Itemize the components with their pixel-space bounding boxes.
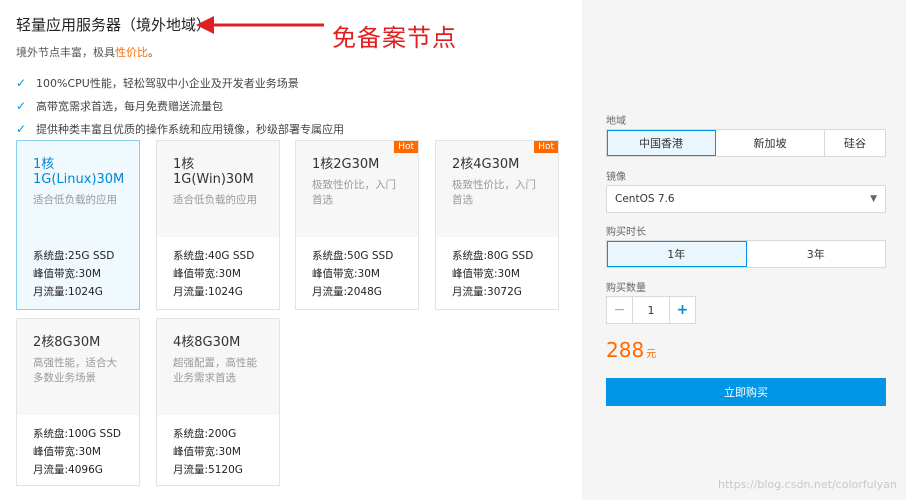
- annotation-text: 免备案节点: [332, 24, 457, 52]
- feature-item: ✓ 100%CPU性能，轻松驾驭中小企业及开发者业务场景: [16, 75, 299, 90]
- region-option-singapore[interactable]: 新加坡: [716, 130, 825, 156]
- plan-desc: 极致性价比，入门首选: [452, 179, 536, 206]
- duration-option-1y[interactable]: 1年: [607, 241, 747, 267]
- plan-name: 1核2G30M: [312, 157, 380, 172]
- image-select-value: CentOS 7.6: [615, 193, 675, 205]
- price-amount: 288: [606, 338, 645, 362]
- feature-item: ✓ 高带宽需求首选，每月免费赠送流量包: [16, 98, 223, 113]
- plan-traffic: 月流量:4096G: [33, 464, 103, 476]
- hot-badge: Hot: [394, 141, 418, 153]
- plan-card-1c1g-win[interactable]: 1核1G(Win)30M 适合低负载的应用 系统盘:40G SSD 峰值带宽:30M…: [156, 140, 280, 310]
- plan-disk: 系统盘:80G SSD: [452, 250, 534, 262]
- plan-card-4c8g[interactable]: 4核8G30M 超强配置，高性能业务需求首选 系统盘:200G 峰值带宽:30M 月流…: [156, 318, 280, 486]
- plan-bandwidth: 峰值带宽:30M: [173, 446, 241, 458]
- region-option-hongkong[interactable]: 中国香港: [607, 130, 716, 156]
- check-icon: ✓: [16, 75, 27, 90]
- plan-desc: 高强性能，适合大多数业务场景: [33, 357, 117, 384]
- buy-now-button[interactable]: 立即购买: [606, 378, 886, 406]
- subtitle-highlight: 性价比: [115, 46, 148, 59]
- page-subtitle: 境外节点丰富，极具性价比。: [16, 46, 159, 59]
- plan-card-2c8g[interactable]: 2核8G30M 高强性能，适合大多数业务场景 系统盘:100G SSD 峰值带宽:3…: [16, 318, 140, 486]
- plan-disk: 系统盘:50G SSD: [312, 250, 394, 262]
- plan-bandwidth: 峰值带宽:30M: [452, 268, 520, 280]
- plan-bandwidth: 峰值带宽:30M: [33, 268, 101, 280]
- page-title: 轻量应用服务器（境外地域）: [16, 16, 212, 34]
- plan-disk: 系统盘:40G SSD: [173, 250, 255, 262]
- region-label: 地域: [606, 116, 626, 127]
- check-icon: ✓: [16, 98, 27, 113]
- plan-bandwidth: 峰值带宽:30M: [33, 446, 101, 458]
- plan-name: 2核8G30M: [33, 335, 101, 350]
- plan-disk: 系统盘:25G SSD: [33, 250, 115, 262]
- minus-button[interactable]: −: [607, 297, 633, 323]
- duration-option-3y[interactable]: 3年: [747, 241, 886, 267]
- region-option-siliconvalley[interactable]: 硅谷: [825, 130, 885, 156]
- duration-label: 购买时长: [606, 227, 646, 238]
- plan-card-2c4g[interactable]: Hot 2核4G30M 极致性价比，入门首选 系统盘:80G SSD 峰值带宽:30…: [435, 140, 559, 310]
- plan-name: 4核8G30M: [173, 335, 241, 350]
- region-selector: 中国香港 新加坡 硅谷: [606, 129, 886, 157]
- plan-traffic: 月流量:5120G: [173, 464, 243, 476]
- plan-desc: 极致性价比，入门首选: [312, 179, 396, 206]
- plan-name: 2核4G30M: [452, 157, 520, 172]
- plan-card-1c1g-linux[interactable]: 1核1G(Linux)30M 适合低负载的应用 系统盘:25G SSD 峰值带宽:3…: [16, 140, 140, 310]
- duration-selector: 1年 3年: [606, 240, 886, 268]
- plan-desc: 适合低负载的应用: [173, 194, 257, 206]
- price-display: 288 元: [606, 338, 656, 362]
- feature-list: ✓ 100%CPU性能，轻松驾驭中小企业及开发者业务场景 ✓ 高带宽需求首选，每月免…: [16, 71, 344, 140]
- price-unit: 元: [646, 349, 657, 360]
- plan-traffic: 月流量:3072G: [452, 286, 522, 298]
- plan-traffic: 月流量:1024G: [33, 286, 103, 298]
- plan-disk: 系统盘:200G: [173, 428, 237, 440]
- watermark: https://blog.csdn.net/colorfulyan: [718, 478, 897, 491]
- image-select[interactable]: CentOS 7.6 ▼: [606, 185, 886, 213]
- plan-name: 1核1G(Win)30M: [173, 157, 254, 187]
- quantity-value[interactable]: 1: [633, 297, 669, 323]
- plan-traffic: 月流量:2048G: [312, 286, 382, 298]
- plan-desc: 超强配置，高性能业务需求首选: [173, 357, 257, 384]
- plan-desc: 适合低负载的应用: [33, 194, 117, 206]
- plus-button[interactable]: +: [669, 297, 695, 323]
- plan-bandwidth: 峰值带宽:30M: [312, 268, 380, 280]
- plan-card-1c2g[interactable]: Hot 1核2G30M 极致性价比，入门首选 系统盘:50G SSD 峰值带宽:30…: [295, 140, 419, 310]
- plan-traffic: 月流量:1024G: [173, 286, 243, 298]
- image-label: 镜像: [606, 172, 626, 183]
- plan-disk: 系统盘:100G SSD: [33, 428, 121, 440]
- quantity-label: 购买数量: [606, 283, 646, 294]
- quantity-stepper: − 1 +: [606, 296, 696, 324]
- feature-item: ✓ 提供种类丰富且优质的操作系统和应用镜像，秒级部署专属应用: [16, 121, 344, 136]
- plan-bandwidth: 峰值带宽:30M: [173, 268, 241, 280]
- hot-badge: Hot: [534, 141, 558, 153]
- purchase-panel: 地域 中国香港 新加坡 硅谷 镜像 CentOS 7.6 ▼ 购买时长 1年 3…: [582, 0, 906, 500]
- check-icon: ✓: [16, 121, 27, 136]
- plan-name: 1核1G(Linux)30M: [33, 157, 125, 187]
- annotation-arrow: [196, 16, 324, 34]
- caret-down-icon: ▼: [870, 194, 877, 204]
